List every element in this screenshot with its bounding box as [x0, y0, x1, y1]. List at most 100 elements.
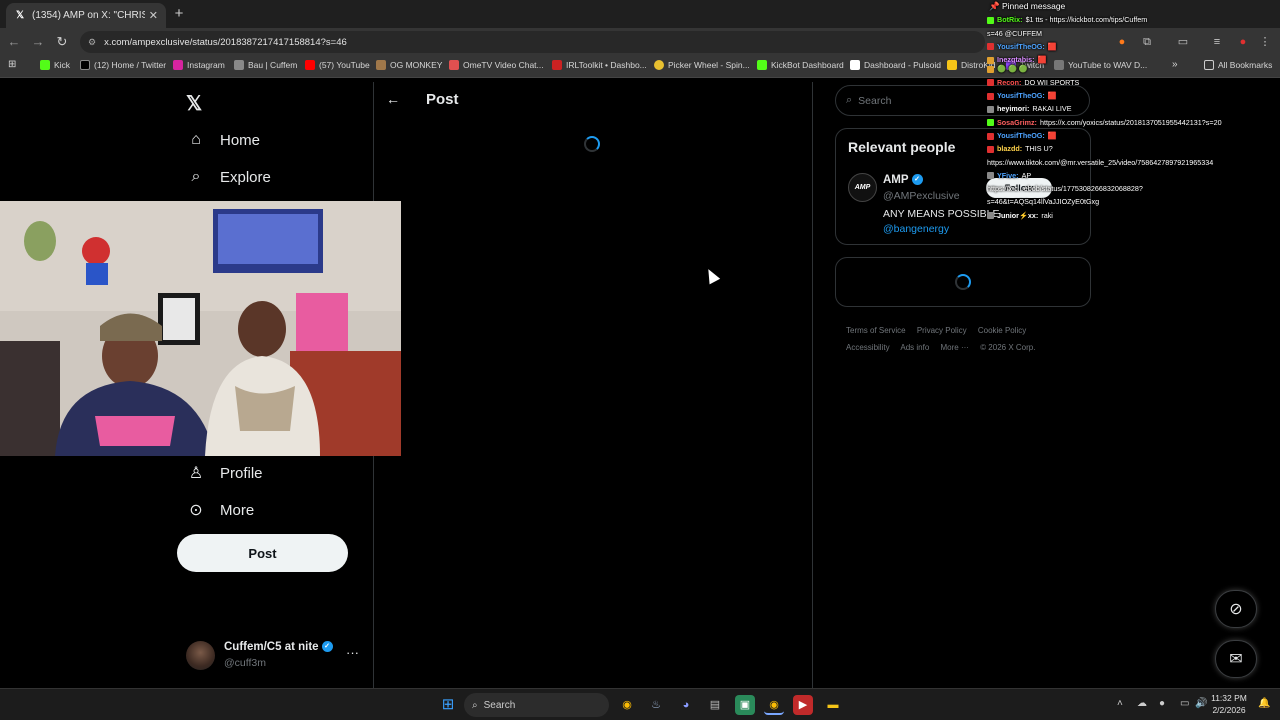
tab-title: (1354) AMP on X: "CHRIS JUST [32, 10, 145, 21]
chat-message: YousifTheOG: 🟥 [985, 129, 1280, 142]
account-handle: @cuff3m [224, 657, 266, 669]
search-icon: ⌕ [472, 699, 478, 711]
taskbar-search[interactable]: ⌕ Search [464, 693, 609, 717]
forward-icon[interactable]: → [30, 34, 46, 49]
chrome-active-icon[interactable]: ◉ [764, 695, 784, 715]
post-button[interactable]: Post [177, 534, 348, 572]
account-switcher[interactable]: Cuffem/C5 at nite ✓ @cuff3m ··· [186, 641, 361, 671]
nav-profile[interactable]: ♙ Profile [186, 463, 263, 483]
more-horizontal-icon[interactable]: ··· [346, 645, 359, 660]
chat-message: YousifTheOG: 🟥 [985, 40, 1280, 53]
chat-message: https://x.c...ebob/status/17753082668320… [987, 184, 1143, 194]
bookmark-kickbot[interactable]: KickBot Dashboard [757, 60, 844, 70]
footer-privacy[interactable]: Privacy Policy [917, 326, 967, 335]
bookmark-ometv[interactable]: OmeTV Video Chat... [449, 60, 544, 70]
site-info-icon[interactable]: ⚙ [88, 37, 96, 48]
mail-icon: ✉ [1229, 651, 1243, 668]
back-arrow-icon[interactable]: ← [386, 91, 400, 107]
pin-icon: 📌 [989, 1, 1002, 11]
footer-accessibility[interactable]: Accessibility [846, 343, 890, 352]
footer-terms[interactable]: Terms of Service [846, 326, 906, 335]
bookmark-og-monkey[interactable]: OG MONKEY [376, 60, 442, 70]
taskbar-search-label: Search [483, 699, 516, 711]
chat-message: YousifTheOG: 🟥 [985, 89, 1280, 102]
footer-copyright: © 2026 X Corp. [980, 343, 1036, 352]
windows-start-icon[interactable]: ⊞ [438, 695, 458, 715]
person-icon: ♙ [188, 465, 204, 482]
loading-spinner [955, 274, 971, 290]
mouse-cursor-icon [703, 266, 721, 285]
app-icon[interactable]: ▤ [705, 695, 725, 715]
app-icon[interactable]: ▣ [735, 695, 755, 715]
tab-close-icon[interactable]: ✕ [149, 9, 158, 22]
pinned-message-label: 📌 Pinned message [989, 1, 1066, 11]
grok-icon: ⊘ [1229, 601, 1243, 618]
amp-bio: ANY MEANS POSSIBLE [883, 208, 1000, 220]
nav-profile-label: Profile [220, 464, 263, 482]
tray-app-icon[interactable]: ● [1159, 698, 1165, 709]
verified-badge-icon: ✓ [911, 174, 923, 186]
chat-message: s=46&t=AQSq14llVaJJIOZyE0tGxg [987, 197, 1100, 207]
nav-explore[interactable]: ⌕ Explore [186, 168, 271, 186]
chat-message: Recon: DO WII SPORTS [985, 76, 1280, 89]
stream-chat-overlay: 📌 Pinned message BotRix: $1 tts - https:/… [985, 0, 1280, 232]
bookmark-kick[interactable]: Kick [40, 60, 70, 70]
amp-name[interactable]: AMP ✓ [883, 174, 923, 186]
new-tab-button[interactable]: + [170, 5, 188, 22]
apps-grid-icon[interactable]: ⊞ [8, 59, 16, 70]
bookmark-bau-cuffem[interactable]: Bau | Cuffem [234, 60, 297, 70]
notification-bell-icon[interactable]: 🔔 [1258, 698, 1270, 709]
footer-ads-info[interactable]: Ads info [900, 343, 929, 352]
amp-avatar[interactable]: AMP [848, 173, 877, 202]
relevant-people-title: Relevant people [848, 139, 956, 155]
chat-message: BotRix: $1 tts - https://kickbot.com/tips… [985, 13, 1280, 26]
chat-message: YFive: AP [985, 169, 1280, 182]
search-icon: ⌕ [191, 168, 201, 185]
chat-message: heyimori: RAKAI LIVE [985, 102, 1280, 115]
chat-message: SosaGrimz: https://x.com/yoxics/status/20… [985, 116, 1280, 129]
browser-tab[interactable]: 𝕏 (1354) AMP on X: "CHRIS JUST ✕ [6, 3, 166, 28]
chat-message: Junior⚡xx: raki [985, 209, 1280, 222]
bookmark-favicon [40, 60, 50, 70]
nav-more[interactable]: ⊙ More [186, 500, 254, 520]
amp-bio-link[interactable]: @bangenergy [883, 223, 949, 235]
bookmark-irltoolkit[interactable]: IRLToolkit • Dashbo... [552, 60, 647, 70]
cloud-icon[interactable]: ☁ [1137, 698, 1147, 709]
grok-button[interactable]: ⊘ [1215, 590, 1257, 628]
chrome-icon[interactable]: ◉ [617, 695, 637, 715]
steam-icon[interactable]: ♨ [646, 695, 666, 715]
windows-taskbar: ⊞ ⌕ Search ◉ ♨ ◕ ▤ ▣ ◉ ▶ ▬ ˄ ☁ ● ▭ 🔊 11:… [0, 688, 1280, 720]
page-title: Post [426, 91, 459, 108]
bookmark-twitter[interactable]: (12) Home / Twitter [80, 60, 166, 70]
clock-time: 11:32 PM [1211, 693, 1247, 703]
bookmark-picker-wheel[interactable]: Picker Wheel - Spin... [654, 60, 750, 70]
footer-links: Terms of Service Privacy Policy Cookie P… [846, 322, 1086, 356]
bookmark-pulsoid[interactable]: Dashboard - Pulsoid [850, 60, 941, 70]
network-icon[interactable]: ▭ [1180, 698, 1189, 709]
search-icon: ⌕ [846, 94, 853, 106]
nav-home[interactable]: ⌂ Home [186, 131, 260, 149]
messages-button[interactable]: ✉ [1215, 640, 1257, 678]
webcam-image [0, 201, 401, 456]
screen: 𝕏 (1354) AMP on X: "CHRIS JUST ✕ + ← → ↻… [0, 0, 1280, 720]
back-icon[interactable]: ← [6, 34, 22, 49]
trends-card-loading [835, 257, 1091, 307]
column-divider [812, 82, 813, 688]
footer-cookie[interactable]: Cookie Policy [978, 326, 1026, 335]
home-icon: ⌂ [191, 131, 201, 148]
bookmark-youtube[interactable]: (57) YouTube [305, 60, 370, 70]
taskbar-clock[interactable]: 11:32 PM 2/2/2026 [1206, 692, 1252, 716]
footer-more[interactable]: More ··· [941, 343, 969, 352]
file-explorer-icon[interactable]: ▬ [823, 695, 843, 715]
verified-badge-icon: ✓ [321, 641, 333, 653]
address-bar[interactable]: ⚙ x.com/ampexclusive/status/201838721741… [80, 31, 985, 53]
bookmark-instagram[interactable]: Instagram [173, 60, 225, 70]
nav-explore-label: Explore [220, 168, 271, 186]
discord-icon[interactable]: ◕ [676, 695, 696, 715]
app-icon[interactable]: ▶ [793, 695, 813, 715]
account-name: Cuffem/C5 at nite ✓ [224, 641, 333, 653]
tray-chevron-icon[interactable]: ˄ [1117, 698, 1123, 709]
x-logo-icon[interactable]: 𝕏 [186, 91, 202, 116]
reload-icon[interactable]: ↻ [54, 34, 70, 50]
url-text: x.com/ampexclusive/status/20183872174171… [104, 36, 347, 48]
